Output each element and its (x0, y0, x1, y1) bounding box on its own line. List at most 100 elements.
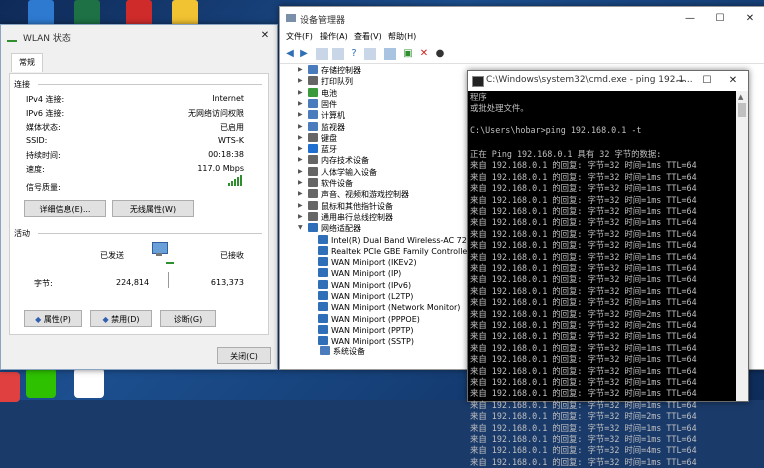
console-line: 来自 192.168.0.1 的回复: 字节=32 时间=1ms TTL=64 (470, 297, 697, 308)
forward-icon[interactable]: ▶ (298, 48, 310, 60)
tab-general[interactable]: 常规 (11, 53, 43, 72)
network-adapter-icon (318, 257, 328, 267)
network-adapter-item[interactable]: WAN Miniport (L2TP) (318, 291, 413, 301)
expand-arrow-icon[interactable]: ▶ (298, 123, 303, 130)
shield-icon: ◆ (35, 315, 42, 324)
console-line: 来自 192.168.0.1 的回复: 字节=32 时间=1ms TTL=64 (470, 456, 697, 467)
tree-category-item[interactable]: 蓝牙 (308, 144, 337, 155)
close-icon[interactable]: ✕ (253, 25, 277, 49)
network-adapter-item[interactable]: WAN Miniport (PPTP) (318, 324, 413, 335)
tree-item-label: 打印队列 (321, 77, 353, 87)
close-icon[interactable]: ✕ (735, 7, 764, 31)
tree-category-item[interactable]: 打印队列 (308, 76, 353, 87)
tree-category-item[interactable]: 网络适配器 (308, 223, 361, 234)
disable-button[interactable]: ◆ 禁用(D) (90, 310, 152, 327)
close-icon[interactable]: ✕ (718, 71, 748, 91)
console-line: 来自 192.168.0.1 的回复: 字节=32 时间=1ms TTL=64 (470, 388, 697, 399)
scroll-thumb[interactable] (738, 103, 746, 117)
expand-arrow-icon[interactable]: ▶ (298, 100, 303, 107)
properties-button[interactable]: ◆ 属性(P) (24, 310, 82, 327)
expand-arrow-icon[interactable]: ▶ (298, 202, 303, 209)
network-adapter-item[interactable]: WAN Miniport (SSTP) (318, 336, 414, 346)
baidu-netdisk-icon[interactable] (74, 368, 104, 398)
expand-arrow-icon[interactable]: ▶ (298, 66, 303, 73)
expand-arrow-icon[interactable]: ▶ (298, 190, 303, 197)
tree-category-item[interactable]: 监视器 (308, 121, 345, 133)
tree-category-item[interactable]: 声音、视频和游戏控制器 (308, 189, 409, 200)
expand-arrow-icon[interactable]: ▶ (298, 213, 303, 220)
expand-arrow-icon[interactable]: ▶ (298, 89, 303, 96)
network-adapter-item[interactable]: WAN Miniport (Network Monitor) (318, 302, 460, 312)
wechat-icon[interactable] (26, 368, 56, 398)
tree-category-item[interactable]: 计算机 (308, 110, 345, 121)
toolbar: ◀ ▶ ? ▣ ✕ ● (280, 45, 764, 64)
tree-category-item[interactable]: 固件 (308, 98, 337, 110)
sent-label: 已发送 (100, 251, 124, 260)
update-driver-icon[interactable]: ▣ (402, 48, 414, 60)
expand-arrow-icon[interactable]: ▶ (298, 179, 303, 186)
console-line: 来自 192.168.0.1 的回复: 字节=32 时间=1ms TTL=64 (470, 240, 697, 251)
minimize-icon[interactable]: — (675, 7, 705, 31)
device-category-icon (308, 76, 318, 86)
tree-category-item[interactable]: 通用串行总线控制器 (308, 211, 393, 223)
details-icon[interactable] (332, 48, 344, 60)
menu-help[interactable]: 帮助(H) (388, 31, 416, 42)
network-adapter-item[interactable]: WAN Miniport (IKEv2) (318, 257, 417, 267)
close-button[interactable]: 关闭(C) (217, 347, 271, 364)
menu-view[interactable]: 查看(V) (354, 31, 382, 42)
network-adapter-item[interactable]: WAN Miniport (IP) (318, 268, 401, 278)
tree-category-item[interactable]: 键盘 (308, 132, 337, 144)
expand-arrow-icon[interactable]: ▶ (298, 145, 303, 152)
scrollbar[interactable]: ▲ (736, 91, 748, 401)
view-icon[interactable] (364, 48, 376, 60)
red-app-icon[interactable] (0, 372, 20, 402)
desktop-app-icon[interactable] (28, 0, 54, 26)
tree-category-item[interactable]: 人体学输入设备 (308, 166, 377, 178)
expand-arrow-icon[interactable]: ▶ (298, 156, 303, 163)
uninstall-icon[interactable]: ✕ (418, 48, 430, 60)
properties-icon[interactable] (316, 48, 328, 60)
activity-header: 活动 (14, 229, 30, 238)
console-line: 来自 192.168.0.1 的回复: 字节=32 时间=1ms TTL=64 (470, 251, 697, 262)
enable-icon[interactable]: ● (434, 48, 446, 60)
scan-icon[interactable] (384, 48, 396, 60)
tree-item-label: 键盘 (321, 133, 337, 143)
console-line: 来自 192.168.0.1 的回复: 字节=32 时间=1ms TTL=64 (470, 342, 697, 353)
tree-item-label: 通用串行总线控制器 (321, 212, 393, 222)
network-adapter-item[interactable]: WAN Miniport (PPPOE) (318, 313, 420, 324)
duration-label: 持续时间: (26, 151, 61, 160)
network-adapter-item[interactable]: Intel(R) Dual Band Wireless-AC 7260 (318, 234, 477, 245)
back-icon[interactable]: ◀ (284, 48, 296, 60)
maximize-icon[interactable]: ☐ (705, 7, 735, 31)
xmind-icon[interactable] (126, 0, 152, 26)
tree-category-item[interactable]: 电池 (308, 87, 337, 99)
expand-arrow-icon[interactable]: ▶ (298, 77, 303, 84)
console-line: 来自 192.168.0.1 的回复: 字节=32 时间=1ms TTL=64 (470, 206, 697, 216)
network-adapter-icon (318, 245, 328, 255)
diagnose-button[interactable]: 诊断(G) (160, 310, 216, 327)
tree-category-item[interactable]: 软件设备 (308, 178, 353, 189)
document-icon[interactable] (172, 0, 198, 26)
expand-arrow-icon[interactable]: ▶ (298, 111, 303, 118)
network-adapter-item[interactable]: WAN Miniport (IPv6) (318, 279, 411, 290)
ipv6-label: IPv6 连接: (26, 109, 65, 118)
tree-partial-item[interactable]: 系统设备 (320, 346, 365, 357)
expand-arrow-icon[interactable]: ▶ (298, 134, 303, 141)
tree-item-label: 声音、视频和游戏控制器 (321, 190, 409, 200)
menu-file[interactable]: 文件(F) (286, 31, 313, 42)
network-adapter-item[interactable]: Realtek PCIe GBE Family Controller (318, 245, 471, 256)
tree-category-item[interactable]: 存储控制器 (308, 65, 361, 76)
console-line: 来自 192.168.0.1 的回复: 字节=32 时间=1ms TTL=64 (470, 434, 697, 444)
adapter-label: WAN Miniport (Network Monitor) (331, 303, 461, 313)
console-line: 来自 192.168.0.1 的回复: 字节=32 时间=1ms TTL=64 (470, 399, 697, 410)
help-icon[interactable]: ? (348, 48, 360, 60)
wireless-properties-button[interactable]: 无线属性(W) (112, 200, 194, 217)
details-button[interactable]: 详细信息(E)... (24, 200, 106, 217)
scroll-up-icon[interactable]: ▲ (738, 93, 743, 101)
excel-icon[interactable] (74, 0, 100, 26)
expand-arrow-icon[interactable]: ▶ (298, 168, 303, 175)
tree-category-item[interactable]: 内存技术设备 (308, 155, 369, 166)
tree-category-item[interactable]: 鼠标和其他指针设备 (308, 200, 393, 212)
menu-action[interactable]: 操作(A) (320, 31, 348, 42)
collapse-arrow-icon[interactable]: ▼ (298, 224, 303, 231)
